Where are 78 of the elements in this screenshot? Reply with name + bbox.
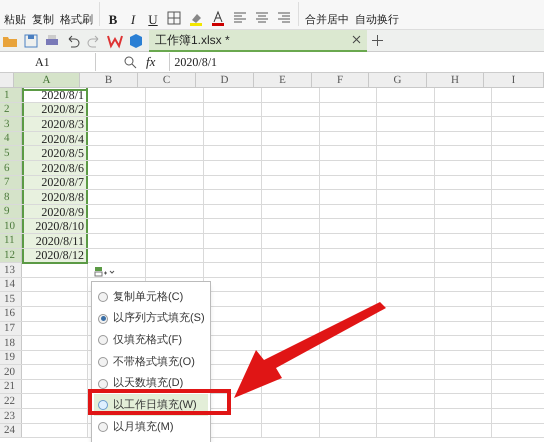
- close-icon[interactable]: [352, 35, 361, 44]
- row-header[interactable]: 5: [0, 146, 22, 160]
- row-header[interactable]: 20: [0, 365, 22, 379]
- merge-center-button[interactable]: 合并居中: [305, 15, 349, 26]
- menu-item[interactable]: 以天数填充(D): [94, 372, 208, 394]
- date-cell: 2020/8/3: [41, 118, 84, 130]
- row-header[interactable]: 4: [0, 132, 22, 146]
- ribbon-button[interactable]: 粘贴: [4, 15, 26, 26]
- menu-item[interactable]: 复制单元格(C): [94, 286, 208, 308]
- date-cell: 2020/8/5: [41, 147, 84, 160]
- cube-icon[interactable]: [128, 32, 144, 48]
- row-header[interactable]: 12: [0, 248, 22, 262]
- font-color-icon[interactable]: [210, 10, 226, 26]
- row-header[interactable]: 15: [0, 292, 22, 306]
- row-header[interactable]: 19: [0, 350, 22, 364]
- row-header[interactable]: 11: [0, 234, 22, 248]
- row-header[interactable]: 9: [0, 204, 22, 218]
- add-tab-icon[interactable]: [372, 35, 383, 46]
- radio-button[interactable]: [98, 335, 108, 346]
- row-header[interactable]: 14: [0, 278, 22, 292]
- borders-icon[interactable]: [166, 10, 182, 26]
- row-header[interactable]: 1: [0, 88, 22, 102]
- date-cell: 2020/8/7: [41, 176, 84, 188]
- row-header[interactable]: 23: [0, 409, 22, 423]
- menu-item[interactable]: 以月填充(M): [94, 416, 208, 438]
- name-box[interactable]: A1: [1, 53, 96, 71]
- row-header[interactable]: 16: [0, 306, 22, 320]
- date-cell: 2020/8/10: [35, 220, 84, 232]
- radio-button[interactable]: [98, 292, 108, 302]
- row-header[interactable]: 7: [0, 176, 22, 190]
- date-cell: 2020/8/6: [41, 162, 84, 174]
- format-button[interactable]: B: [106, 13, 120, 26]
- save-icon[interactable]: [23, 32, 39, 48]
- date-cell: 2020/8/1: [41, 88, 84, 101]
- row-header[interactable]: 22: [0, 394, 22, 408]
- menu-item[interactable]: 以序列方式填充(S): [94, 308, 208, 330]
- column-header[interactable]: E: [254, 73, 312, 87]
- radio-button[interactable]: [98, 356, 108, 367]
- radio-button[interactable]: [98, 422, 108, 432]
- zoom-icon[interactable]: [124, 56, 137, 68]
- menu-item[interactable]: 不带格式填充(O): [94, 351, 208, 373]
- format-button[interactable]: I: [126, 13, 140, 26]
- date-cell: 2020/8/11: [36, 234, 84, 247]
- row-header[interactable]: 21: [0, 380, 22, 394]
- row-header[interactable]: 3: [0, 117, 22, 131]
- autofill-options-icon[interactable]: [94, 266, 116, 278]
- date-cell: 2020/8/4: [41, 132, 84, 145]
- wrap-text-button[interactable]: 自动换行: [355, 15, 399, 26]
- date-cell: 2020/8/8: [41, 190, 84, 203]
- column-header[interactable]: A: [14, 73, 80, 87]
- ribbon-button[interactable]: 复制: [32, 15, 54, 26]
- column-header[interactable]: G: [369, 73, 427, 87]
- column-header[interactable]: I: [484, 73, 544, 87]
- fx-label: fx: [146, 53, 156, 72]
- column-header[interactable]: D: [196, 73, 254, 87]
- row-header[interactable]: 2: [0, 102, 22, 116]
- format-button[interactable]: U: [146, 13, 160, 26]
- radio-button[interactable]: [98, 314, 108, 324]
- row-header[interactable]: 24: [0, 424, 22, 438]
- row-header[interactable]: 13: [0, 263, 22, 277]
- date-cell: 2020/8/9: [41, 206, 84, 218]
- column-header[interactable]: H: [427, 73, 484, 87]
- date-cell: 2020/8/12: [35, 249, 84, 262]
- row-header[interactable]: 8: [0, 190, 22, 204]
- row-header[interactable]: 18: [0, 336, 22, 350]
- radio-button[interactable]: [98, 400, 108, 410]
- date-cell: 2020/8/2: [41, 103, 84, 116]
- column-header[interactable]: C: [138, 73, 196, 87]
- radio-button[interactable]: [98, 378, 108, 389]
- ribbon-button[interactable]: 格式刷: [60, 15, 93, 26]
- row-header[interactable]: 17: [0, 322, 22, 336]
- formula-field[interactable]: 2020/8/1: [169, 53, 544, 71]
- row-header[interactable]: 6: [0, 160, 22, 175]
- row-header[interactable]: 10: [0, 219, 22, 233]
- column-header[interactable]: F: [312, 73, 369, 87]
- column-header[interactable]: B: [80, 73, 138, 87]
- document-tab[interactable]: 工作簿1.xlsx *: [149, 30, 367, 52]
- menu-item[interactable]: 仅填充格式(F): [94, 329, 208, 352]
